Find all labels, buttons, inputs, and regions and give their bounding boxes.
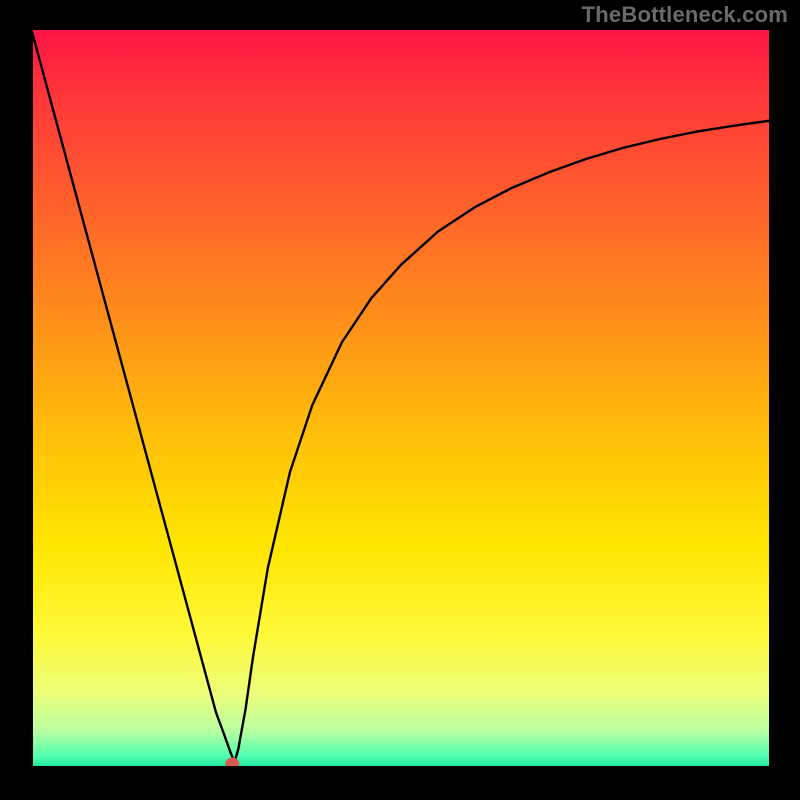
chart-container: TheBottleneck.com [0,0,800,800]
watermark-label: TheBottleneck.com [582,2,788,28]
bottleneck-chart [0,0,800,800]
